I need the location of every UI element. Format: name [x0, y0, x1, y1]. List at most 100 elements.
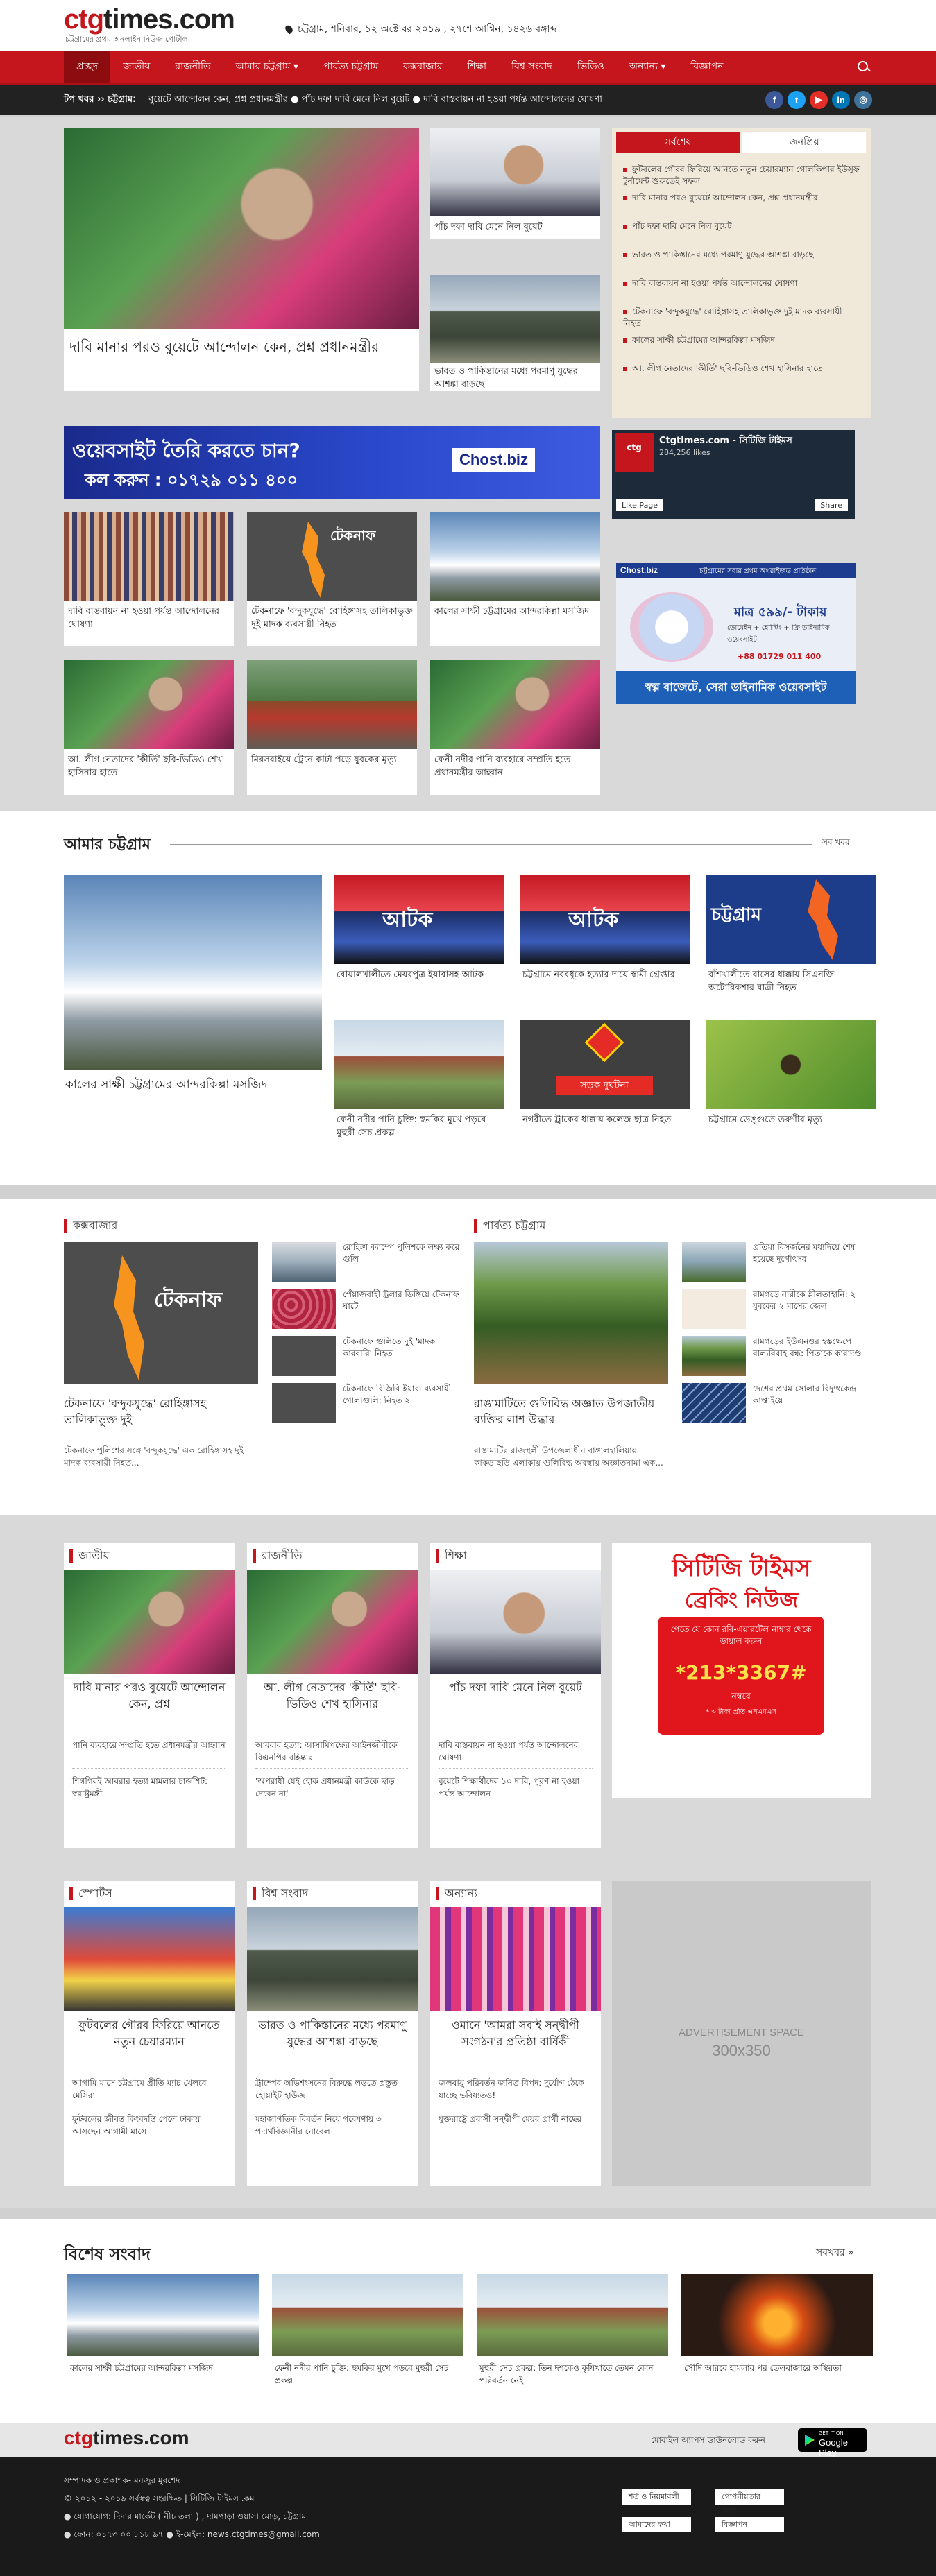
fb-share-button[interactable]: Share [815, 499, 848, 511]
latest-item-text[interactable]: আ. লীগ নেতাদের 'কীর্তি' ছবি-ভিডিও শেখ হা… [632, 363, 823, 373]
latest-item[interactable]: ভারত ও পাকিস্তানের মধ্যে পরমাণু যুদ্ধের … [623, 249, 862, 261]
amar-ctg-lead-image[interactable] [64, 875, 322, 1070]
category-image[interactable] [247, 1570, 418, 1674]
coxs-item-image[interactable] [272, 1383, 336, 1423]
category-link[interactable]: ফুটবলের জীবন্ত কিংবদন্তি পেলে ঢাকায় আসছ… [72, 2113, 226, 2138]
category-link[interactable]: জলবায়ু পরিবর্তন জনিত বিপদ: দুর্যোগ ঠেকে… [439, 2077, 593, 2102]
special-title[interactable]: কালের সাক্ষী চট্টগ্রামের আন্দরকিল্লা মসজ… [70, 2362, 257, 2374]
amar-ctg-lead[interactable]: কালের সাক্ষী চট্টগ্রামের আন্দরকিল্লা মসজ… [64, 875, 322, 1125]
facebook-icon[interactable]: f [765, 91, 783, 109]
coxs-lead-image[interactable]: টেকনাফ [64, 1242, 258, 1384]
category-image[interactable] [64, 1907, 235, 2011]
amar-ctg-story-image[interactable]: চট্টগ্রাম [706, 875, 876, 964]
hill-item-title[interactable]: দেশের প্রথম সোলার বিদ্যুৎকেন্দ্র কাপ্তাই… [753, 1383, 871, 1407]
category-image[interactable] [64, 1570, 235, 1674]
amar-ctg-story-image[interactable]: আটক [520, 875, 690, 964]
hill-lead-title[interactable]: রাঙামাটিতে গুলিবিদ্ধ অজ্ঞাত উপজাতীয় ব্য… [474, 1396, 672, 1427]
latest-item-text[interactable]: ভারত ও পাকিস্তানের মধ্যে পরমাণু যুদ্ধের … [632, 250, 814, 259]
grid-story-image[interactable] [247, 660, 417, 749]
site-logo[interactable]: ctgtimes.com চট্টগ্রামের প্রথম অনলাইন নি… [64, 4, 235, 46]
nav-item-coxsbazar[interactable]: কক্সবাজার [391, 51, 454, 83]
nav-item-hill-tracts[interactable]: পার্বত্য চট্টগ্রাম [311, 51, 391, 83]
tab-latest[interactable]: সর্বশেষ [616, 132, 740, 153]
nav-item-education[interactable]: শিক্ষা [454, 51, 499, 83]
grid-story-title[interactable]: আ. লীগ নেতাদের 'কীর্তি' ছবি-ভিডিও শেখ হা… [68, 753, 231, 780]
category-headline[interactable]: দাবি মানার পরও বুয়েটে আন্দোলন কেন, প্রশ… [72, 1679, 226, 1712]
category-title[interactable]: স্পোর্টস [69, 1887, 112, 1900]
see-all-link[interactable]: সবখবর » [816, 2244, 854, 2261]
coxs-item-image[interactable] [272, 1336, 336, 1376]
grid-story[interactable]: কালের সাক্ষী চট্টগ্রামের আন্দরকিল্লা মসজ… [430, 512, 600, 646]
lead-headline[interactable]: দাবি মানার পরও বুয়েটে আন্দোলন কেন, প্রশ… [69, 337, 409, 357]
linkedin-icon[interactable]: in [832, 91, 850, 109]
side-story[interactable]: পাঁচ দফা দাবি মেনে নিল বুয়েট [430, 128, 600, 239]
category-link[interactable]: আবরার হত্যা: আসামিপক্ষের আইনজীবীকে বিএনপ… [255, 1739, 409, 1764]
side-story-image[interactable] [430, 275, 600, 363]
amar-ctg-story[interactable]: আটক [334, 875, 504, 965]
amar-ctg-story[interactable]: চট্টগ্রাম [706, 875, 876, 965]
grid-story-title[interactable]: মিরসরাইয়ে ট্রেনে কাটা পড়ে যুবকের মৃত্য… [251, 753, 414, 766]
special-image[interactable] [681, 2274, 873, 2356]
category-link[interactable]: দাবি বাস্তবায়ন না হওয়া পর্যন্ত আন্দোলন… [439, 1739, 593, 1764]
category-headline[interactable]: ওমানে 'আমরা সবাই সন্দ্বীপী সংগঠন'র প্রতি… [439, 2017, 593, 2050]
amar-ctg-story[interactable]: সড়ক দুর্ঘটনা [520, 1020, 690, 1110]
grid-story-title[interactable]: দাবি বাস্তবায়ন না হওয়া পর্যন্ত আন্দোলন… [68, 605, 231, 631]
grid-story-title[interactable]: কালের সাক্ষী চট্টগ্রামের আন্দরকিল্লা মসজ… [434, 605, 597, 618]
special-title[interactable]: সৌদি আরবে হামলার পর তেলবাজারে অস্থিরতা [684, 2362, 871, 2374]
youtube-icon[interactable]: ▶ [810, 91, 828, 109]
footer-link-about[interactable]: আমাদের কথা [622, 2517, 691, 2532]
amar-ctg-story-image[interactable]: সড়ক দুর্ঘটনা [520, 1020, 690, 1109]
amar-ctg-story[interactable]: আটক [520, 875, 690, 965]
coxs-item-title[interactable]: টেকনাফে গুলিতে দুই 'মাদক কারবারি' নিহত [343, 1336, 461, 1359]
latest-item[interactable]: টেকনাফে 'বন্দুকযুদ্ধে' রোহিঙ্গাসহ তালিকা… [623, 306, 862, 329]
latest-item[interactable]: দাবি মানার পরও বুয়েটে আন্দোলন কেন, প্রশ… [623, 192, 862, 204]
nav-item-amar-ctg[interactable]: আমার চট্টগ্রাম ▾ [223, 51, 312, 83]
amar-ctg-story-title[interactable]: বোয়ালখালীতে মেয়রপুত্র ইয়াবাসহ আটক [337, 968, 503, 981]
category-image[interactable] [430, 1907, 601, 2011]
tab-popular[interactable]: জনপ্রিয় [742, 132, 866, 153]
amar-ctg-story-title[interactable]: ফেনী নদীর পানি চুক্তি: হুমকির মুখে পড়বে… [337, 1113, 503, 1140]
footer-logo[interactable]: ctgtimes.com [64, 2427, 189, 2449]
fb-page-title[interactable]: Ctgtimes.com - সিটিজি টাইমস [659, 434, 792, 449]
section-title-coxsbazar[interactable]: কক্সবাজার [64, 1219, 117, 1233]
coxs-lead-title[interactable]: টেকনাফে 'বন্দুকযুদ্ধে' রোহিঙ্গাসহ তালিকা… [64, 1396, 262, 1427]
coxs-item-title[interactable]: টেকনাফে বিজিবি-ইয়াবা ব্যবসায়ী গোলাগুলি… [343, 1383, 461, 1407]
lead-image[interactable] [64, 128, 419, 329]
google-play-button[interactable]: GET IT ON Google Play [798, 2428, 867, 2458]
latest-item[interactable]: আ. লীগ নেতাদের 'কীর্তি' ছবি-ভিডিও শেখ হা… [623, 363, 862, 375]
nav-item-video[interactable]: ভিডিও [565, 51, 617, 83]
latest-item-text[interactable]: দাবি বাস্তবায়ন না হওয়া পর্যন্ত আন্দোলন… [632, 278, 797, 288]
category-title[interactable]: অন্যান্য [436, 1887, 477, 1900]
nav-item-national[interactable]: জাতীয় [110, 51, 162, 83]
special-title[interactable]: ফেনী নদীর পানি চুক্তি: হুমকির মুখে পড়বে… [275, 2362, 462, 2387]
side-story-title[interactable]: পাঁচ দফা দাবি মেনে নিল বুয়েট [434, 221, 597, 234]
hill-item-image[interactable] [682, 1289, 746, 1329]
side-story[interactable]: ভারত ও পাকিস্তানের মধ্যে পরমাণু যুদ্ধের … [430, 275, 600, 391]
latest-item-text[interactable]: ফুটবলের গৌরব ফিরিয়ে আনতে নতুন চেয়ারম্য… [623, 164, 860, 186]
special-image[interactable] [272, 2274, 463, 2356]
latest-item-text[interactable]: টেকনাফে 'বন্দুকযুদ্ধে' রোহিঙ্গাসহ তালিকা… [623, 307, 842, 328]
nav-item-home[interactable]: প্রচ্ছদ [64, 51, 111, 83]
grid-story-image[interactable]: টেকনাফ [247, 512, 417, 601]
amar-ctg-story-title[interactable]: চট্টগ্রামে নববধূকে হত্যার দায়ে স্বামী গ… [522, 968, 689, 981]
grid-story-title[interactable]: টেকনাফে 'বন্দুকযুদ্ধে' রোহিঙ্গাসহ তালিকা… [251, 605, 414, 631]
category-title[interactable]: জাতীয় [69, 1549, 110, 1563]
category-image[interactable] [430, 1570, 601, 1674]
latest-item-text[interactable]: দাবি মানার পরও বুয়েটে আন্দোলন কেন, প্রশ… [632, 193, 818, 203]
latest-item-text[interactable]: পাঁচ দফা দাবি মেনে নিল বুয়েট [632, 221, 732, 231]
coxs-item-image[interactable] [272, 1289, 336, 1329]
category-title[interactable]: শিক্ষা [436, 1549, 467, 1563]
coxs-item-image[interactable] [272, 1242, 336, 1282]
latest-item[interactable]: দাবি বাস্তবায়ন না হওয়া পর্যন্ত আন্দোলন… [623, 277, 862, 289]
grid-story[interactable]: মিরসরাইয়ে ট্রেনে কাটা পড়ে যুবকের মৃত্য… [247, 660, 417, 795]
hill-item-image[interactable] [682, 1242, 746, 1282]
category-link[interactable]: শিগগিরই আবরার হত্যা মামলার চার্জশিট: স্ব… [72, 1775, 226, 1800]
nav-item-world[interactable]: বিশ্ব সংবাদ [499, 51, 565, 83]
search-icon[interactable] [856, 59, 872, 76]
hill-lead-image[interactable] [474, 1242, 668, 1384]
category-headline[interactable]: পাঁচ দফা দাবি মেনে নিল বুয়েট [439, 1679, 593, 1696]
section-title[interactable]: বিশেষ সংবাদ [64, 2242, 151, 2269]
category-link[interactable]: আগামি মাসে চট্টগ্রামে প্রীতি ম্যাচ খেলবে… [72, 2077, 226, 2102]
category-link[interactable]: 'অপরাধী যেই হোক প্রধানমন্ত্রী কাউকে ছাড়… [255, 1775, 409, 1800]
latest-item[interactable]: ফুটবলের গৌরব ফিরিয়ে আনতে নতুন চেয়ারম্য… [623, 164, 862, 187]
